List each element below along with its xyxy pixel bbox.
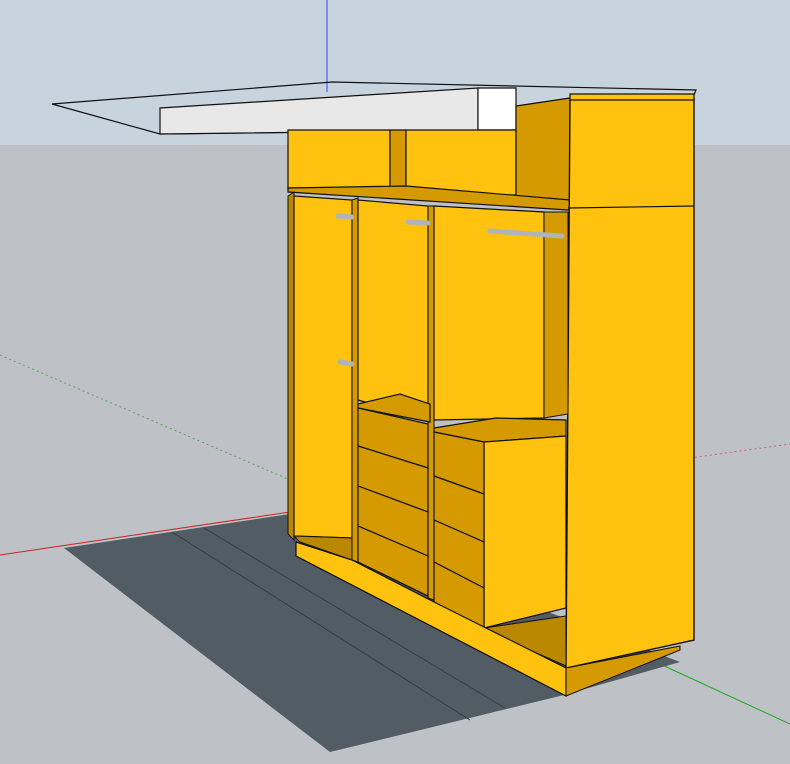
hanging-rod-middle (405, 219, 431, 226)
sketchup-viewport[interactable] (0, 0, 790, 764)
wardrobe-3d-model (0, 0, 790, 764)
middle-divider (427, 205, 435, 601)
roof-panel-end (477, 87, 517, 131)
right-compartment-back (433, 205, 545, 421)
top-middle-compartment (405, 129, 517, 196)
hanging-rod-left-top (335, 213, 355, 220)
top-left-compartment (287, 129, 391, 189)
left-side-panel (287, 191, 295, 542)
top-left-divider (389, 129, 407, 193)
left-divider (351, 197, 359, 563)
top-right-back (515, 97, 571, 201)
right-side-top-edge (569, 93, 695, 101)
left-compartment-back (293, 195, 353, 539)
hanging-rod-left-low (337, 359, 355, 367)
right-drawer-side (483, 435, 567, 629)
right-compartment-inner-side (543, 211, 569, 419)
middle-compartment-back (357, 199, 429, 421)
right-side-panel (565, 97, 695, 669)
